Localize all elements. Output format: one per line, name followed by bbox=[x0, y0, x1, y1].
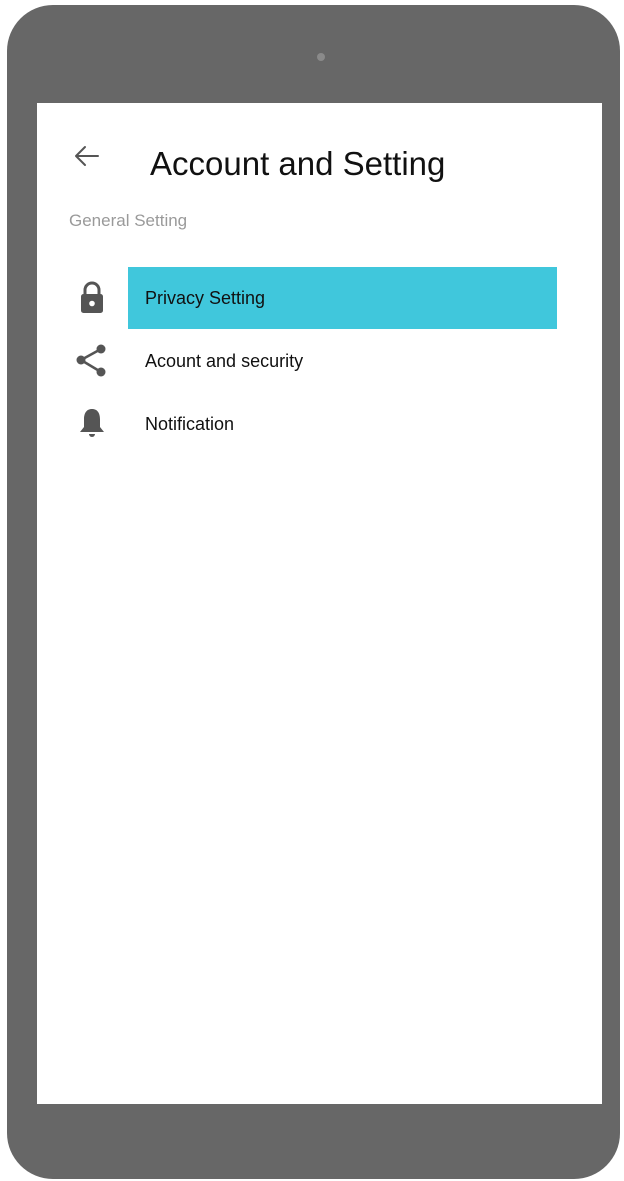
lock-icon bbox=[81, 281, 103, 313]
page-title: Account and Setting bbox=[150, 145, 446, 182]
menu-item-account-security[interactable]: Acount and security bbox=[37, 330, 602, 392]
menu-item-label: Notification bbox=[145, 414, 235, 434]
arrow-left-icon bbox=[75, 146, 99, 166]
menu-item-highlight: Privacy Setting bbox=[128, 267, 557, 329]
bell-icon bbox=[80, 409, 104, 437]
menu-item-row: Notification bbox=[128, 393, 557, 455]
back-button[interactable] bbox=[70, 139, 104, 173]
menu-item-privacy-setting[interactable]: Privacy Setting bbox=[37, 267, 602, 329]
section-label: General Setting bbox=[69, 211, 188, 230]
menu-item-row: Acount and security bbox=[128, 330, 557, 392]
share-icon bbox=[76, 344, 106, 377]
app-screen: Account and Setting General Setting Priv… bbox=[37, 103, 602, 1104]
menu-item-notification[interactable]: Notification bbox=[37, 393, 602, 455]
camera-dot bbox=[317, 53, 325, 61]
menu-item-label: Acount and security bbox=[145, 351, 304, 371]
menu-item-label: Privacy Setting bbox=[145, 288, 266, 308]
